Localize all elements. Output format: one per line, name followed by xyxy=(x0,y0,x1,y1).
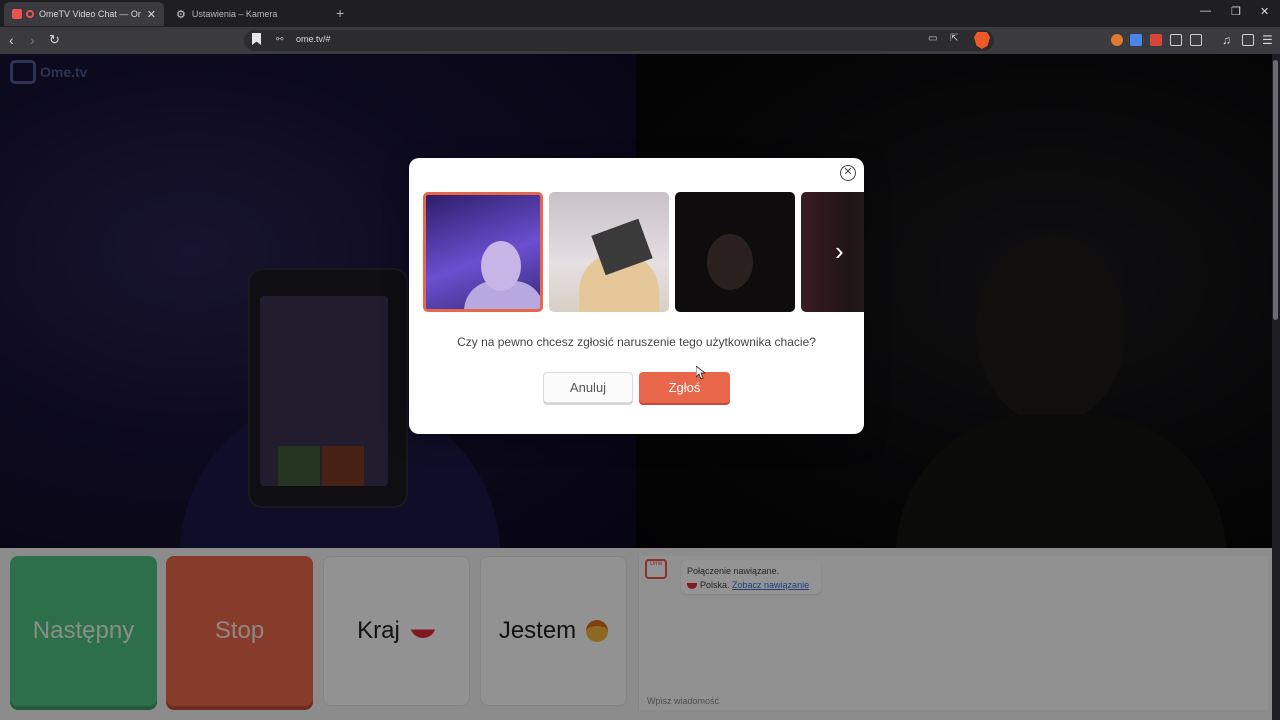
translate-icon[interactable] xyxy=(1130,34,1142,46)
sidebar-icon[interactable] xyxy=(1242,34,1254,46)
close-icon[interactable]: ✕ xyxy=(840,165,856,181)
minimize-button[interactable]: — xyxy=(1200,5,1211,17)
user-thumbnail[interactable] xyxy=(549,192,669,312)
back-icon[interactable]: ‹ xyxy=(9,32,14,48)
close-window-button[interactable]: ✕ xyxy=(1260,5,1269,18)
tab-camera-settings[interactable]: ⚙ Ustawienia – Kamera xyxy=(168,2,328,26)
tab-ometv[interactable]: OmeTV Video Chat — Omegl ✕ xyxy=(4,2,164,26)
screenshot-icon[interactable] xyxy=(1190,34,1202,46)
recording-icon xyxy=(26,10,34,18)
report-dialog: ✕ › Czy na pewno chcesz zgłosić naruszen… xyxy=(409,158,864,434)
user-thumbnail[interactable] xyxy=(675,192,795,312)
url-text[interactable]: ome.tv/# xyxy=(296,34,331,44)
restore-button[interactable]: ❐ xyxy=(1231,5,1241,18)
extension-icon[interactable] xyxy=(1111,34,1123,46)
cast-icon[interactable]: ▭ xyxy=(928,33,937,44)
menu-icon[interactable]: ☰ xyxy=(1262,32,1273,48)
cancel-button[interactable]: Anuluj xyxy=(543,372,633,403)
tab-title: OmeTV Video Chat — Omegl xyxy=(39,9,141,19)
share-icon[interactable]: ⇱ xyxy=(950,33,958,44)
user-thumbnail[interactable] xyxy=(423,192,543,312)
report-label: Zgłoś xyxy=(668,380,701,395)
cancel-label: Anuluj xyxy=(569,380,607,395)
ometv-favicon-icon xyxy=(12,9,22,19)
mouse-cursor-icon xyxy=(696,366,706,380)
site-info-icon[interactable]: ⚯ xyxy=(276,34,284,45)
bookmark-icon[interactable] xyxy=(252,33,261,45)
forward-icon[interactable]: › xyxy=(30,32,35,48)
media-icon[interactable]: ♫ xyxy=(1222,32,1231,48)
user-thumbnails: › xyxy=(423,192,864,312)
puzzle-icon[interactable] xyxy=(1170,34,1182,46)
next-thumbnails-icon[interactable]: › xyxy=(835,238,844,264)
tab-bar: OmeTV Video Chat — Omegl ✕ ⚙ Ustawienia … xyxy=(0,0,1280,27)
scrollbar[interactable] xyxy=(1272,54,1280,720)
new-tab-button[interactable]: + xyxy=(336,5,344,21)
close-tab-icon[interactable]: ✕ xyxy=(147,8,156,21)
extension-icon[interactable] xyxy=(1150,34,1162,46)
report-button[interactable]: Zgłoś xyxy=(639,372,730,403)
browser-toolbar: ‹ › ↻ ⚯ ome.tv/# ▭ ⇱ ♫ ☰ xyxy=(0,27,1280,54)
gear-icon: ⚙ xyxy=(176,8,186,21)
report-question: Czy na pewno chcesz zgłosić naruszenie t… xyxy=(457,335,816,349)
brave-shield-icon[interactable] xyxy=(974,32,990,49)
address-bar[interactable]: ⚯ ome.tv/# ▭ ⇱ xyxy=(244,30,994,51)
reload-icon[interactable]: ↻ xyxy=(49,32,60,48)
user-thumbnail[interactable] xyxy=(801,192,864,312)
tab-title: Ustawienia – Kamera xyxy=(191,9,278,19)
